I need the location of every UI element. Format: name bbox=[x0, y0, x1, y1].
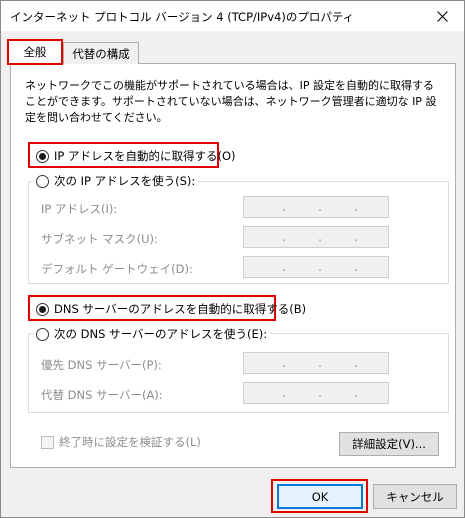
subnet-mask-input[interactable]: ... bbox=[243, 226, 389, 248]
radio-dns-auto[interactable]: DNS サーバーのアドレスを自動的に取得する(B) bbox=[36, 301, 306, 317]
alternate-dns-input[interactable]: ... bbox=[243, 382, 389, 404]
default-gateway-input[interactable]: ... bbox=[243, 256, 389, 278]
radio-ip-auto-indicator bbox=[36, 149, 49, 163]
alternate-dns-label: 代替 DNS サーバー(A): bbox=[41, 388, 163, 402]
preferred-dns-input[interactable]: ... bbox=[243, 352, 389, 374]
tab-general[interactable]: 全般 bbox=[7, 39, 63, 65]
ip-address-input[interactable]: ... bbox=[243, 196, 389, 218]
subnet-mask-label: サブネット マスク(U): bbox=[41, 232, 158, 246]
ok-button[interactable]: OK bbox=[277, 484, 363, 509]
radio-ip-manual-label: 次の IP アドレスを使う(S): bbox=[54, 174, 196, 188]
window-title: インターネット プロトコル バージョン 4 (TCP/IPv4)のプロパティ bbox=[10, 10, 355, 24]
preferred-dns-label: 優先 DNS サーバー(P): bbox=[41, 358, 162, 372]
radio-dns-manual-indicator bbox=[36, 327, 49, 341]
close-icon bbox=[436, 10, 448, 22]
validate-checkbox-label: 終了時に設定を検証する(L) bbox=[59, 435, 201, 449]
validate-on-exit-checkbox[interactable]: 終了時に設定を検証する(L) bbox=[41, 434, 201, 450]
validate-checkbox-box bbox=[41, 435, 54, 449]
default-gateway-label: デフォルト ゲートウェイ(D): bbox=[41, 262, 193, 276]
radio-ip-manual[interactable]: 次の IP アドレスを使う(S): bbox=[34, 173, 199, 189]
close-button[interactable] bbox=[420, 1, 464, 31]
advanced-button[interactable]: 詳細設定(V)... bbox=[339, 432, 439, 456]
tab-alternate-configuration[interactable]: 代替の構成 bbox=[63, 42, 139, 64]
radio-ip-manual-indicator bbox=[36, 174, 49, 188]
cancel-button[interactable]: キャンセル bbox=[373, 484, 457, 509]
radio-dns-manual[interactable]: 次の DNS サーバーのアドレスを使う(E): bbox=[34, 326, 271, 342]
tab-general-label: 全般 bbox=[23, 45, 47, 59]
properties-dialog: インターネット プロトコル バージョン 4 (TCP/IPv4)のプロパティ 全… bbox=[0, 0, 465, 518]
radio-dns-auto-label: DNS サーバーのアドレスを自動的に取得する(B) bbox=[54, 302, 307, 316]
radio-dns-auto-indicator bbox=[36, 302, 49, 316]
radio-ip-auto-label: IP アドレスを自動的に取得する(O) bbox=[54, 149, 236, 163]
radio-ip-auto[interactable]: IP アドレスを自動的に取得する(O) bbox=[36, 148, 236, 164]
ip-address-label: IP アドレス(I): bbox=[41, 202, 118, 216]
title-bar: インターネット プロトコル バージョン 4 (TCP/IPv4)のプロパティ bbox=[1, 1, 464, 31]
radio-dns-manual-label: 次の DNS サーバーのアドレスを使う(E): bbox=[54, 327, 268, 341]
description-text: ネットワークでこの機能がサポートされている場合は、IP 設定を自動的に取得するこ… bbox=[25, 79, 437, 124]
tab-alternate-label: 代替の構成 bbox=[72, 46, 130, 61]
